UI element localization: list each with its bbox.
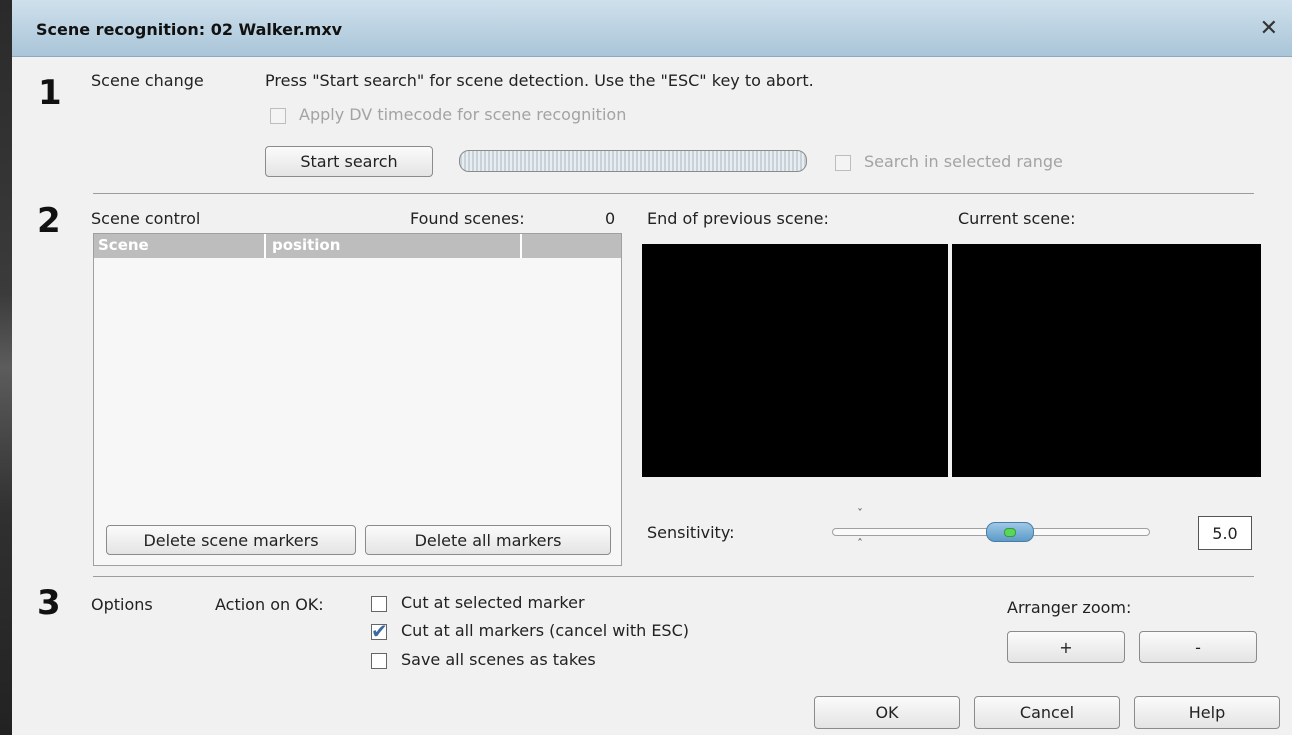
help-button[interactable]: Help [1134,696,1280,729]
search-progress-bar [459,150,807,172]
step-2-number: 2 [37,201,61,241]
slider-thumb-indicator [1004,528,1016,537]
column-header-position[interactable]: position [272,236,340,254]
options-label: Options [91,595,153,614]
cut-all-markers-label: Cut at all markers (cancel with ESC) [401,621,689,640]
dv-timecode-checkbox[interactable] [270,108,286,124]
slider-tick-bottom: ˆ [857,537,863,551]
step-3-number: 3 [37,583,61,623]
sensitivity-value-field[interactable]: 5.0 [1198,516,1252,550]
action-on-ok-label: Action on OK: [215,595,324,614]
cut-selected-marker-label: Cut at selected marker [401,593,585,612]
column-separator [264,234,266,258]
checkmark-icon: ✔ [371,619,388,643]
dialog-body: 1 Scene change Press "Start search" for … [12,57,1292,735]
dv-timecode-label: Apply DV timecode for scene recognition [299,105,627,124]
search-range-label: Search in selected range [864,152,1063,171]
found-scenes-count: 0 [605,209,616,228]
current-scene-preview [952,244,1261,477]
save-scenes-as-takes-label: Save all scenes as takes [401,650,596,669]
slider-tick-top: ˇ [857,507,863,521]
background-window-edge [0,0,12,735]
scene-change-instruction: Press "Start search" for scene detection… [265,71,814,90]
step-1-number: 1 [38,73,62,113]
divider-1 [93,193,1254,194]
zoom-in-button[interactable]: + [1007,631,1125,663]
window-title: Scene recognition: 02 Walker.mxv [36,20,343,39]
title-bar[interactable]: Scene recognition: 02 Walker.mxv ✕ [12,0,1292,57]
end-of-previous-scene-preview [642,244,948,477]
save-scenes-as-takes-checkbox[interactable] [371,653,387,669]
end-of-previous-scene-label: End of previous scene: [647,209,829,228]
scene-list-header: Scene position [94,234,621,258]
delete-scene-markers-button[interactable]: Delete scene markers [106,525,356,555]
close-icon[interactable]: ✕ [1260,18,1278,40]
sensitivity-slider-thumb[interactable] [986,522,1034,542]
start-search-button[interactable]: Start search [265,146,433,177]
ok-button[interactable]: OK [814,696,960,729]
sensitivity-label: Sensitivity: [647,523,735,542]
column-header-scene[interactable]: Scene [98,236,149,254]
column-separator [520,234,522,258]
current-scene-label: Current scene: [958,209,1076,228]
cut-all-markers-checkbox[interactable]: ✔ [371,619,388,643]
search-range-checkbox[interactable] [835,155,851,171]
cut-selected-marker-checkbox[interactable] [371,596,387,612]
zoom-out-button[interactable]: - [1139,631,1257,663]
cancel-button[interactable]: Cancel [974,696,1120,729]
arranger-zoom-label: Arranger zoom: [1007,598,1132,617]
scene-change-label: Scene change [91,71,204,90]
delete-all-markers-button[interactable]: Delete all markers [365,525,611,555]
scene-list[interactable]: Scene position Delete scene markers Dele… [93,233,622,566]
divider-2 [93,576,1254,577]
found-scenes-label: Found scenes: [410,209,525,228]
scene-control-label: Scene control [91,209,201,228]
